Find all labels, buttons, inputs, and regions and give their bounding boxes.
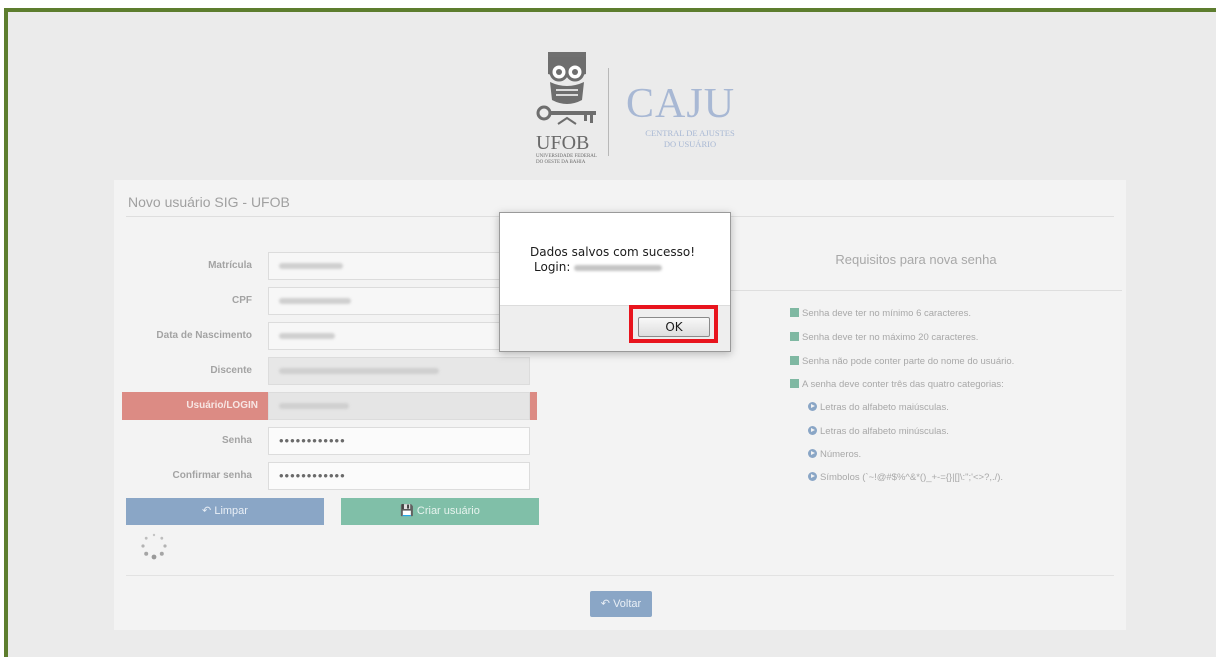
green-square-icon xyxy=(790,331,799,341)
requirement-item: Senha deve ter no máximo 20 caracteres. xyxy=(790,331,978,345)
category-item: Símbolos (`~!@#$%^&*()_+-={}|[]\:";'<>?,… xyxy=(808,471,1003,485)
redacted-value xyxy=(279,333,335,340)
nascimento-field[interactable] xyxy=(268,322,530,350)
nascimento-label: Data de Nascimento xyxy=(156,330,252,341)
dialog-login-line: Login: xyxy=(534,260,663,274)
green-square-icon xyxy=(790,307,799,317)
requirement-item: Senha deve ter no mínimo 6 caracteres. xyxy=(790,307,971,321)
senha-field[interactable]: •••••••••••• xyxy=(268,427,530,455)
cpf-label: CPF xyxy=(232,295,252,306)
category-item: Letras do alfabeto minúsculas. xyxy=(808,425,949,439)
category-text: Letras do alfabeto minúsculas. xyxy=(820,426,949,437)
panel-title: Novo usuário SIG - UFOB xyxy=(128,194,290,210)
redacted-value xyxy=(279,263,343,270)
save-icon: 💾 xyxy=(400,505,414,517)
success-dialog: Dados salvos com sucesso! Login: OK xyxy=(499,212,731,352)
senha-label: Senha xyxy=(221,435,252,446)
circle-arrow-icon xyxy=(808,448,817,458)
discente-label: Discente xyxy=(210,365,252,376)
limpar-button[interactable]: ↶ Limpar xyxy=(126,498,324,525)
green-square-icon xyxy=(790,355,799,365)
logo-divider xyxy=(608,68,609,156)
category-item: Números. xyxy=(808,448,861,462)
app-name: CAJU xyxy=(626,81,736,127)
circle-arrow-icon xyxy=(808,471,817,481)
redacted-value xyxy=(279,368,439,375)
loading-spinner-icon xyxy=(141,533,167,560)
reply-icon: ↶ xyxy=(600,598,610,610)
category-item: Letras do alfabeto maiúsculas. xyxy=(808,401,949,415)
circle-arrow-icon xyxy=(808,425,817,435)
app-subtitle-line1: CENTRAL DE AJUSTES xyxy=(645,128,735,138)
requirement-text: Senha deve ter no máximo 20 caracteres. xyxy=(802,332,979,343)
limpar-button-label: Limpar xyxy=(214,505,248,517)
login-label: Usuário/LOGIN xyxy=(122,392,268,420)
category-text: Números. xyxy=(820,449,862,460)
green-square-icon xyxy=(790,378,799,388)
category-text: Letras do alfabeto maiúsculas. xyxy=(820,402,949,413)
header-logo: UFOB UNIVERSIDADE FEDERAL DO OESTE DA BA… xyxy=(534,50,744,172)
discente-field xyxy=(268,357,530,385)
app-subtitle: CENTRAL DE AJUSTES DO USUÁRIO xyxy=(630,128,750,150)
requirement-item: Senha não pode conter parte do nome do u… xyxy=(790,355,1014,369)
login-field xyxy=(268,392,530,420)
category-text: Símbolos (`~!@#$%^&*()_+-={}|[]\:";'<>?,… xyxy=(820,472,1004,483)
ok-button-highlight xyxy=(629,305,718,343)
university-subtitle: UNIVERSIDADE FEDERAL DO OESTE DA BAHIA xyxy=(536,154,597,165)
login-error-edge xyxy=(530,392,537,420)
confirmar-senha-field[interactable]: •••••••••••• xyxy=(268,462,530,490)
requirements-divider xyxy=(710,290,1122,291)
requirement-text: A senha deve conter três das quatro cate… xyxy=(802,379,1004,390)
university-name: UFOB xyxy=(536,132,590,154)
circle-arrow-icon xyxy=(808,401,817,411)
redacted-value xyxy=(279,298,351,305)
criar-usuario-button[interactable]: 💾 Criar usuário xyxy=(341,498,539,525)
requirements-title: Requisitos para nova senha xyxy=(835,252,997,267)
dialog-login-label: Login: xyxy=(534,260,571,274)
reply-icon: ↶ xyxy=(202,505,212,517)
app-subtitle-line2: DO USUÁRIO xyxy=(663,139,717,149)
requirement-text: Senha deve ter no mínimo 6 caracteres. xyxy=(802,308,971,319)
requirement-text: Senha não pode conter parte do nome do u… xyxy=(802,356,1015,367)
redacted-login-value xyxy=(574,264,663,271)
requirement-item: A senha deve conter três das quatro cate… xyxy=(790,378,1004,392)
footer-divider xyxy=(126,575,1114,576)
criar-usuario-button-label: Criar usuário xyxy=(416,505,480,517)
matricula-label: Matrícula xyxy=(208,260,252,271)
voltar-button-label: Voltar xyxy=(613,598,642,610)
redacted-value xyxy=(279,402,349,409)
matricula-field[interactable] xyxy=(268,252,530,280)
cpf-field[interactable] xyxy=(268,287,530,315)
login-row: Usuário/LOGIN xyxy=(122,392,537,420)
voltar-button[interactable]: ↶ Voltar xyxy=(590,591,652,617)
dialog-message: Dados salvos com sucesso! xyxy=(530,245,696,259)
confirmar-senha-label: Confirmar senha xyxy=(172,470,252,481)
